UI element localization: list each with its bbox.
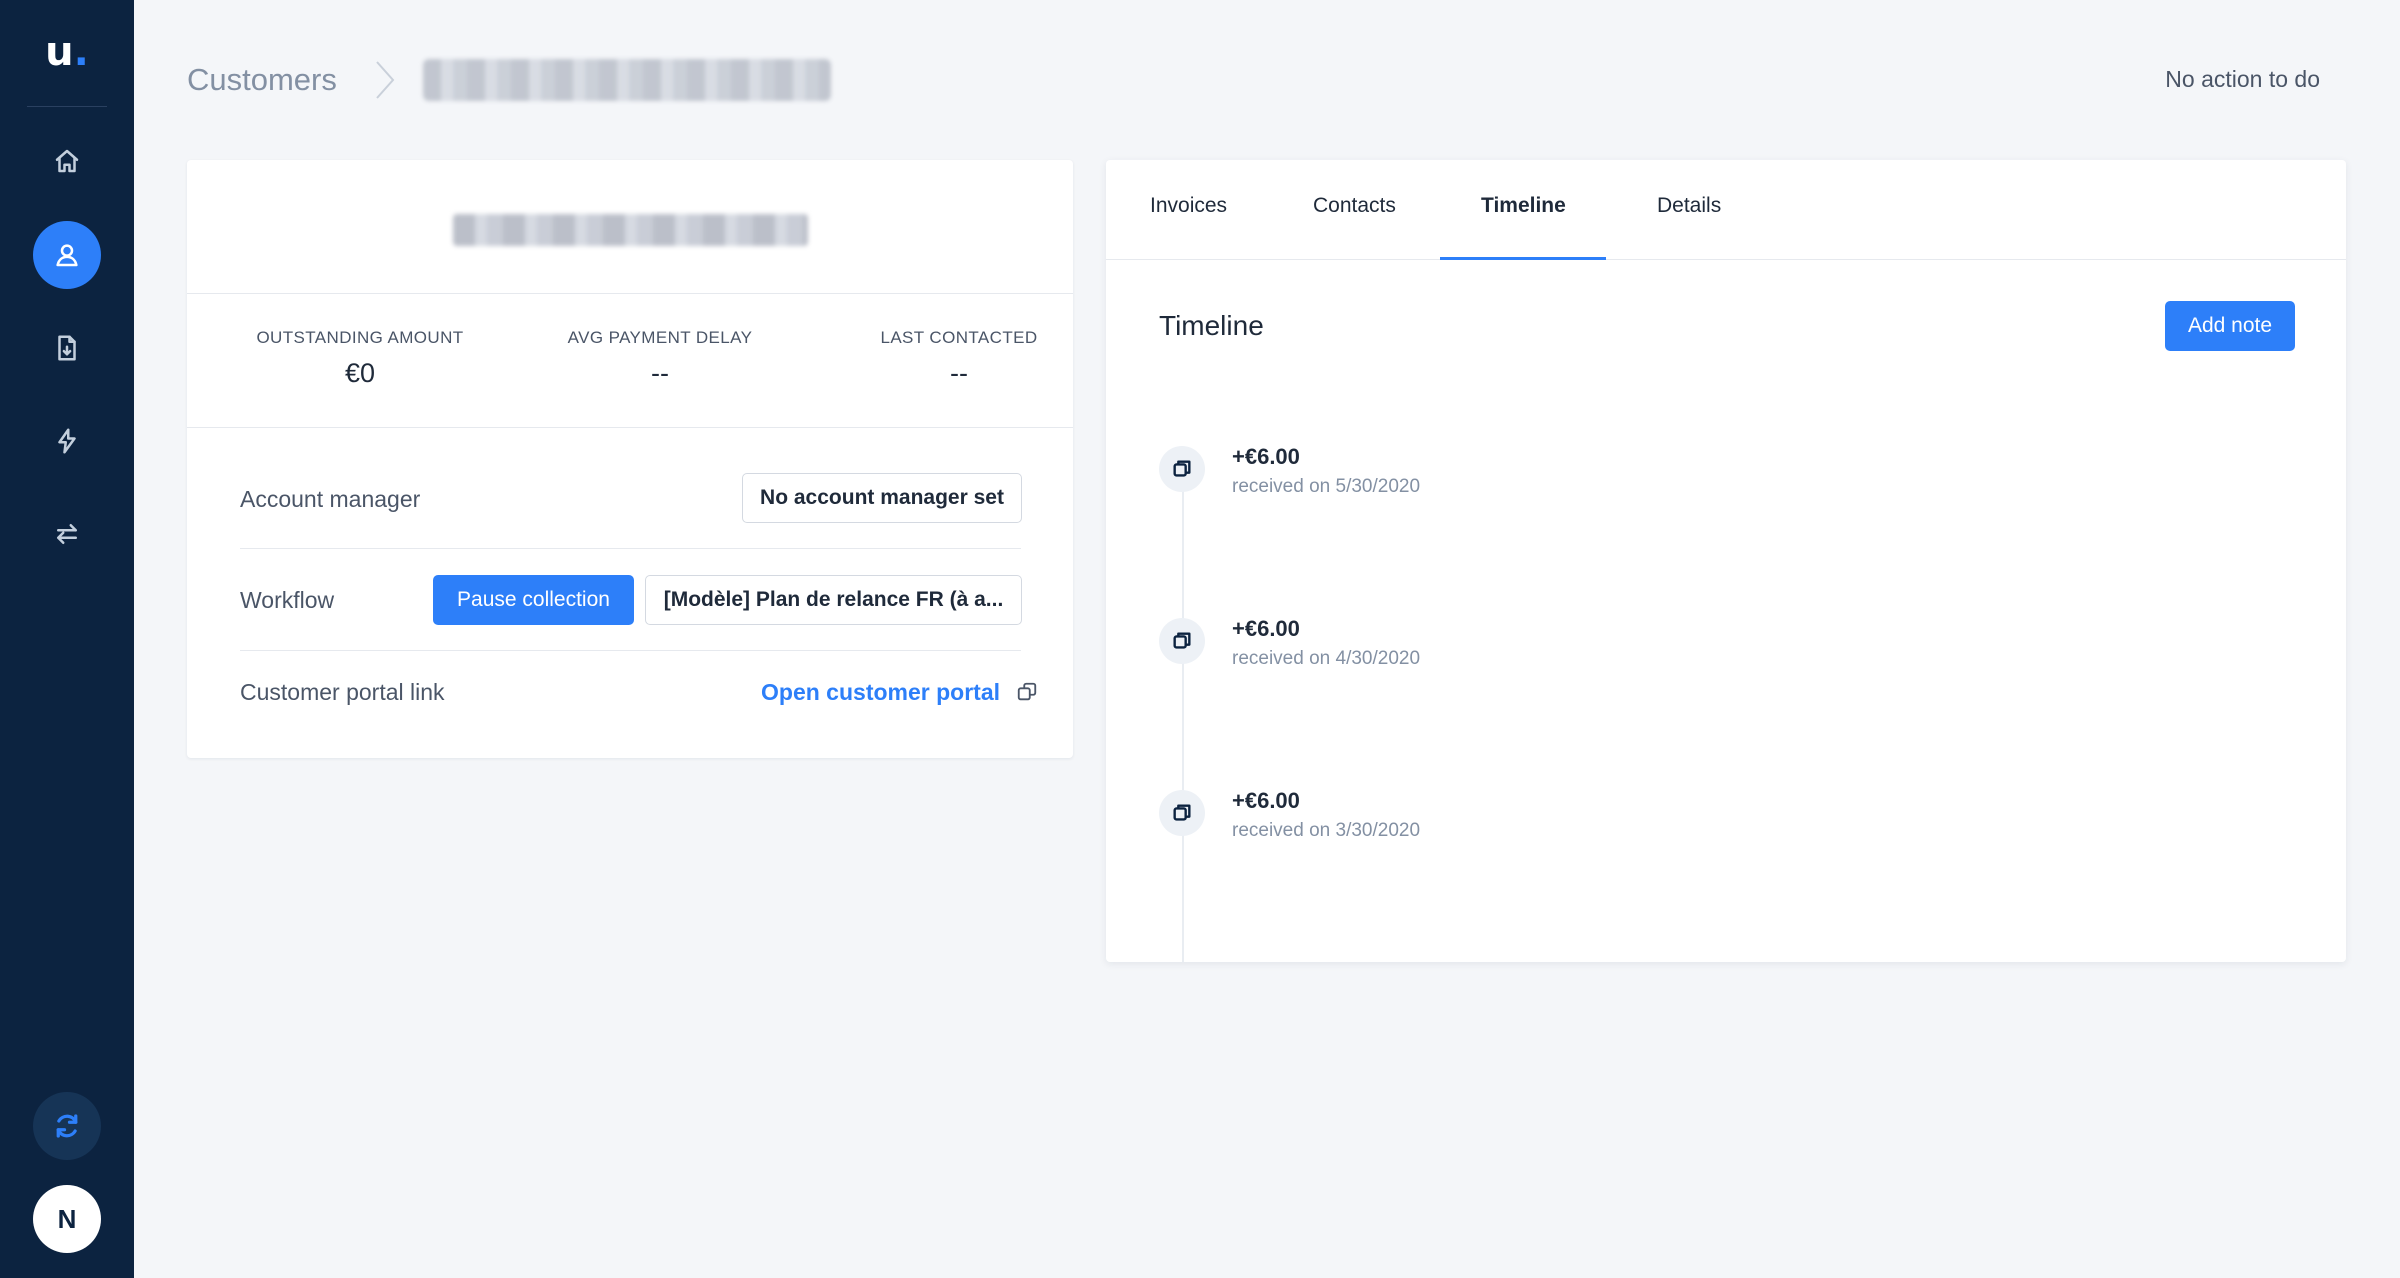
stat-last-contacted: LAST CONTACTED -- [859, 328, 1059, 389]
timeline-date: received on 3/30/2020 [1232, 820, 1421, 841]
timeline-track [1182, 470, 1184, 962]
payment-icon [1159, 790, 1205, 836]
stat-outstanding-amount: OUTSTANDING AMOUNT €0 [247, 328, 473, 389]
transfer-arrows-icon [57, 524, 77, 544]
sidebar-item-invoices[interactable] [33, 314, 101, 382]
tab-invoices[interactable]: Invoices [1150, 194, 1227, 218]
payment-icon [1159, 618, 1205, 664]
user-avatar[interactable]: N [33, 1185, 101, 1253]
customer-summary-card: OUTSTANDING AMOUNT €0 AVG PAYMENT DELAY … [187, 160, 1073, 758]
lightning-icon [58, 428, 76, 454]
customer-detail-panel: Invoices Contacts Timeline Details Timel… [1106, 160, 2346, 962]
timeline-date: received on 4/30/2020 [1232, 648, 1421, 669]
sidebar: u. N [0, 0, 134, 1278]
sidebar-item-home[interactable] [33, 127, 101, 195]
timeline-title: Timeline [1159, 310, 1264, 341]
sidebar-item-workflows[interactable] [33, 407, 101, 475]
breadcrumb-separator-icon [365, 58, 409, 102]
payment-icon [1159, 446, 1205, 492]
timeline-date: received on 5/30/2020 [1232, 476, 1421, 497]
pause-collection-button[interactable]: Pause collection [433, 575, 634, 625]
user-icon [56, 244, 78, 267]
workflow-label: Workflow [240, 587, 335, 613]
breadcrumb: Customers [187, 58, 831, 102]
sync-button[interactable] [33, 1092, 101, 1160]
action-status: No action to do [2165, 66, 2320, 92]
timeline-item: +€6.00 received on 3/30/2020 [1159, 788, 1759, 860]
timeline-amount: +€6.00 [1232, 788, 1300, 813]
row-divider [240, 548, 1021, 549]
workflow-select-button[interactable]: [Modèle] Plan de relance FR (à a... [645, 575, 1022, 625]
row-divider [240, 650, 1021, 651]
app-logo[interactable]: u. [0, 28, 134, 76]
stat-value: -- [651, 358, 669, 388]
stat-avg-payment-delay: AVG PAYMENT DELAY -- [560, 328, 760, 389]
card-divider [187, 427, 1073, 428]
timeline-amount: +€6.00 [1232, 444, 1300, 469]
sidebar-item-transfers[interactable] [33, 500, 101, 568]
tab-bar: Invoices Contacts Timeline Details [1106, 160, 2346, 260]
breadcrumb-customer-name-redacted [422, 59, 831, 101]
customer-name-redacted [453, 214, 808, 246]
open-customer-portal-link[interactable]: Open customer portal [761, 677, 1038, 707]
active-tab-indicator [1440, 257, 1606, 260]
stat-label: AVG PAYMENT DELAY [567, 328, 753, 347]
stat-label: OUTSTANDING AMOUNT [256, 328, 464, 347]
portal-link-label: Open customer portal [761, 678, 1000, 705]
tab-contacts[interactable]: Contacts [1313, 194, 1396, 218]
account-manager-button[interactable]: No account manager set [742, 473, 1022, 523]
timeline-amount: +€6.00 [1232, 616, 1300, 641]
account-manager-label: Account manager [240, 486, 421, 512]
tab-details[interactable]: Details [1657, 194, 1721, 218]
sidebar-divider [27, 106, 107, 107]
customer-portal-label: Customer portal link [240, 679, 445, 705]
stat-value: -- [950, 358, 968, 388]
timeline-item: +€6.00 received on 5/30/2020 [1159, 444, 1759, 516]
stat-value: €0 [344, 358, 376, 388]
refresh-icon [56, 1114, 78, 1138]
breadcrumb-customers[interactable]: Customers [187, 62, 337, 98]
add-note-button[interactable]: Add note [2165, 301, 2295, 351]
timeline-item: +€6.00 received on 4/30/2020 [1159, 616, 1759, 688]
tab-timeline[interactable]: Timeline [1481, 194, 1566, 218]
invoice-icon [58, 335, 76, 361]
copy-icon[interactable] [1016, 681, 1038, 703]
stat-label: LAST CONTACTED [880, 328, 1038, 347]
sidebar-item-customers[interactable] [33, 221, 101, 289]
home-icon [55, 149, 79, 173]
card-divider [187, 293, 1073, 294]
